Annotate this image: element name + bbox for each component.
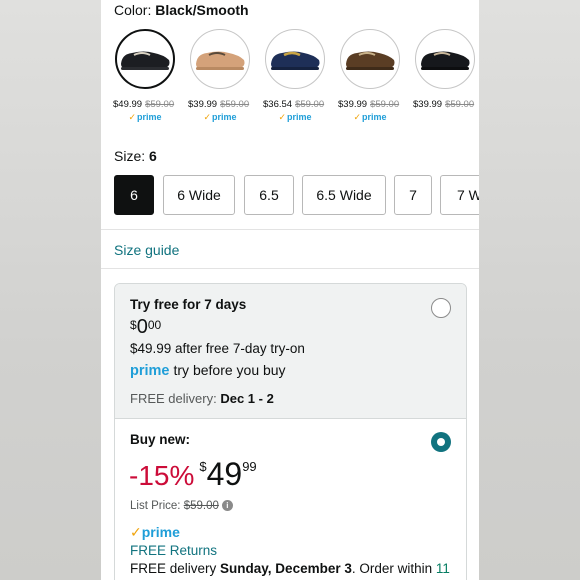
shoe-icon (421, 51, 470, 70)
try-radio-button[interactable] (431, 298, 451, 318)
try-before-you-buy-option[interactable]: Try free for 7 days $000 $49.99 after fr… (115, 284, 466, 419)
color-value: Black/Smooth (155, 2, 249, 18)
swatch-image (415, 29, 475, 89)
swatch-image (115, 29, 175, 89)
size-options: 6 6 Wide 6.5 6.5 Wide 7 7 W (114, 175, 479, 215)
swatch-image (190, 29, 250, 89)
shoe-icon (121, 51, 170, 70)
try-title: Try free for 7 days (130, 297, 247, 312)
prime-label: prime (362, 112, 387, 122)
try-price-currency: $ (130, 318, 137, 332)
color-swatches: $49.99 $59.00 ✓prime $39.99 $59.00 ✓prime (113, 29, 479, 129)
shoe-icon (196, 51, 245, 70)
shoe-icon (271, 51, 320, 70)
size-option-6-5-wide[interactable]: 6.5 Wide (302, 175, 386, 215)
buying-options: Try free for 7 days $000 $49.99 after fr… (114, 283, 467, 580)
prime-try-before-you-buy: prime try before you buy (130, 362, 286, 379)
price-currency: $ (199, 459, 207, 474)
swatch-brown[interactable]: $39.99 $59.00 ✓prime (338, 29, 402, 123)
color-selection-label: Color: Black/Smooth (114, 2, 249, 18)
swatch-black-smooth[interactable]: $49.99 $59.00 ✓prime (113, 29, 177, 123)
prime-label: prime (287, 112, 312, 122)
try-delivery-label: FREE delivery: (130, 391, 217, 406)
background-left (0, 0, 101, 580)
swatch-price: $39.99 (338, 99, 368, 110)
size-value: 6 (149, 148, 157, 164)
list-price: List Price: $59.00 i (130, 500, 233, 512)
size-option-7-wide[interactable]: 7 W (440, 175, 479, 215)
prime-badge: ✓prime (278, 112, 312, 122)
buy-new-option[interactable]: Buy new: -15% $4999 List Price: $59.00 i ✓… (115, 420, 466, 580)
delivery-countdown: 11 (435, 561, 450, 576)
list-price-label: List Price: (130, 500, 181, 512)
prime-badge: ✓prime (130, 524, 180, 540)
delivery-info: FREE delivery Sunday, December 3. Order … (130, 561, 450, 576)
size-option-7[interactable]: 7 (394, 175, 432, 215)
price-whole: 49 (206, 456, 243, 492)
size-option-6-5[interactable]: 6.5 (244, 175, 294, 215)
swatch-old-price: $59.00 (220, 99, 250, 110)
swatch-navy[interactable]: $36.54 $59.00 ✓prime (263, 29, 327, 123)
buy-title: Buy new: (130, 432, 191, 447)
price-cents: 99 (242, 459, 257, 474)
swatch-tan[interactable]: $39.99 $59.00 ✓prime (188, 29, 252, 123)
prime-label: prime (137, 112, 162, 122)
swatch-image (265, 29, 325, 89)
size-option-6-wide[interactable]: 6 Wide (163, 175, 235, 215)
list-price-value: $59.00 (183, 500, 219, 512)
swatch-price: $39.99 (413, 99, 443, 110)
product-options-panel: Color: Black/Smooth $49.99$59.00 ✓prime (101, 0, 479, 580)
delivery-date: Sunday, December 3 (220, 561, 352, 576)
swatch-price: $39.99 (188, 99, 218, 110)
swatch-price: $49.99 (113, 99, 143, 110)
divider (101, 229, 479, 230)
swatch-old-price: $59.00 (295, 99, 325, 110)
swatch-old-price: $59.00 (445, 99, 475, 110)
size-guide-link[interactable]: Size guide (114, 242, 179, 258)
try-after-price: $49.99 after free 7-day try-on (130, 341, 305, 356)
prime-label: prime (212, 112, 237, 122)
info-icon[interactable]: i (221, 500, 233, 512)
discount-percent: -15% (129, 460, 195, 491)
try-price-cents: 00 (147, 318, 162, 332)
try-delivery: FREE delivery: Dec 1 - 2 (130, 391, 274, 406)
prime-badge: ✓prime (203, 112, 237, 122)
swatch-old-price: $59.00 (370, 99, 400, 110)
prime-wordmark: prime (130, 363, 170, 379)
swatch-image (340, 29, 400, 89)
shoe-icon (346, 51, 395, 70)
try-prime-text: try before you buy (173, 362, 286, 378)
delivery-prefix: FREE delivery (130, 561, 217, 576)
prime-badge: ✓prime (353, 112, 387, 122)
try-price-whole: 0 (136, 316, 148, 338)
delivery-mid: . Order within (351, 561, 433, 576)
swatch-old-price: $59.00 (145, 99, 175, 110)
try-price: $000 (130, 316, 161, 339)
buy-radio-button[interactable] (431, 432, 451, 452)
swatch-price: $36.54 (263, 99, 293, 110)
divider (101, 268, 479, 269)
buy-price: -15% $4999 (129, 456, 257, 493)
size-option-6[interactable]: 6 (114, 175, 154, 215)
color-label: Color: (114, 2, 152, 18)
background-right (479, 0, 580, 580)
prime-badge: ✓prime (128, 112, 162, 122)
try-delivery-date: Dec 1 - 2 (220, 391, 274, 406)
swatch-black-2[interactable]: $39.99 $59.00 (413, 29, 477, 110)
size-selection-label: Size: 6 (114, 148, 157, 164)
free-returns-link[interactable]: FREE Returns (130, 543, 217, 558)
prime-label: prime (141, 524, 180, 540)
size-label: Size: (114, 148, 146, 164)
